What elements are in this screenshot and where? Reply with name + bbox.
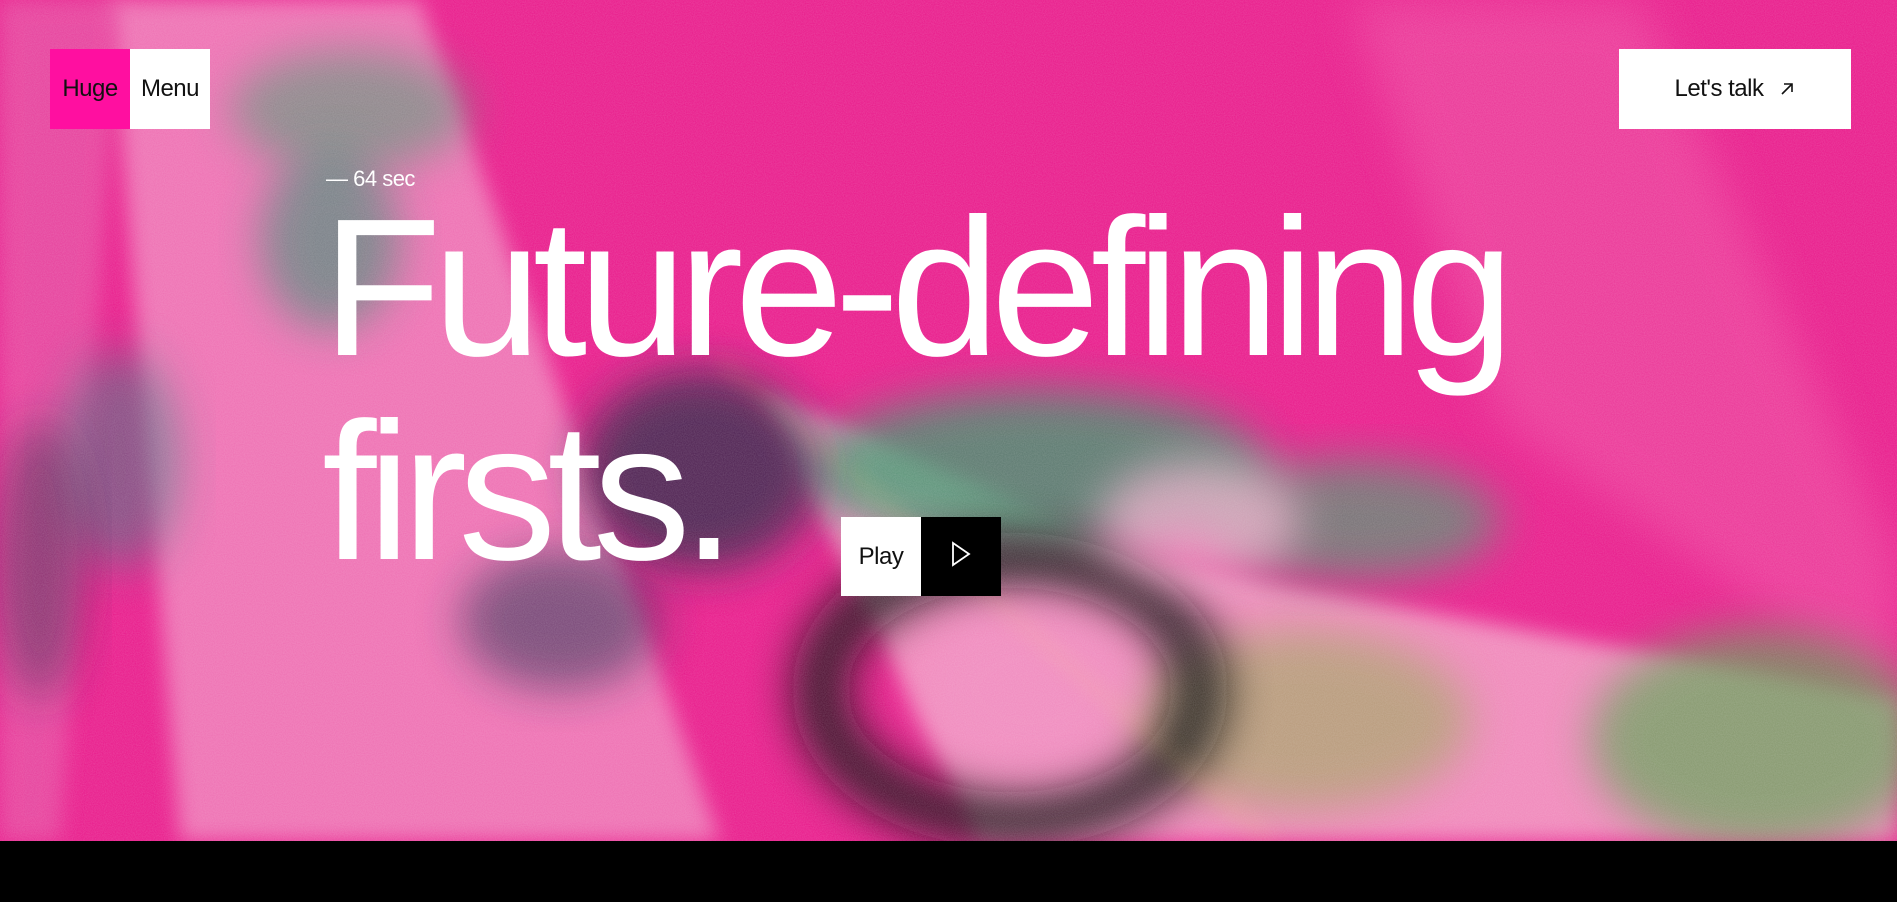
play-icon-box [921, 517, 1001, 596]
play-label: Play [841, 517, 921, 596]
nav-logo-menu: Huge Menu [50, 49, 210, 129]
huge-logo[interactable]: Huge [50, 49, 130, 129]
menu-button[interactable]: Menu [130, 49, 210, 129]
play-triangle-icon [950, 541, 972, 572]
bottom-band [0, 841, 1897, 902]
lets-talk-button[interactable]: Let's talk [1619, 49, 1851, 129]
play-button[interactable]: Play [841, 517, 1001, 596]
hero-section: Huge Menu Let's talk — 64 sec Future-def… [0, 0, 1897, 841]
lets-talk-label: Let's talk [1674, 75, 1764, 102]
headline-line-1: Future-defining [322, 178, 1514, 397]
arrow-up-right-icon [1779, 81, 1795, 97]
